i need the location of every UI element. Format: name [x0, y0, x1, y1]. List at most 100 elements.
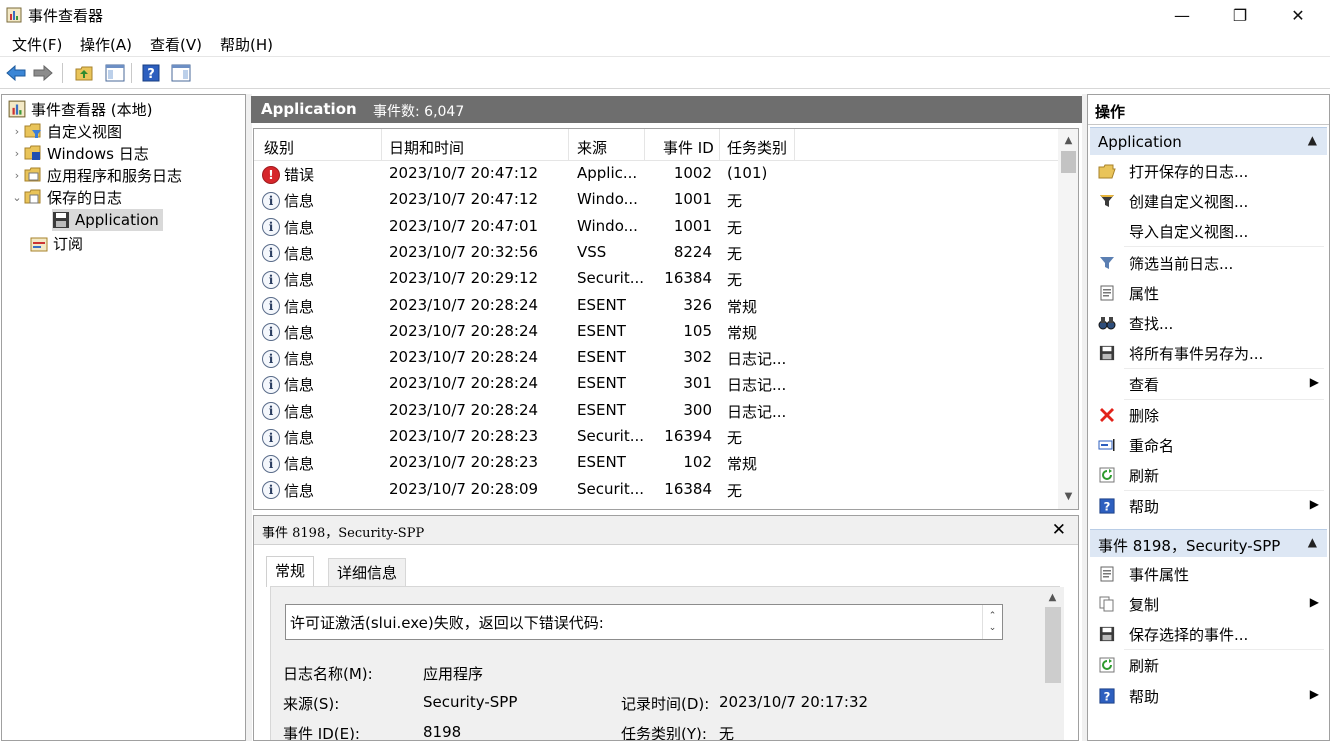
column-task-category[interactable]: 任务类别 — [727, 137, 787, 158]
action-open-saved-log[interactable]: 打开保存的日志... — [1090, 156, 1327, 186]
back-icon[interactable] — [5, 62, 27, 84]
task-category-cell: 无 — [727, 481, 743, 500]
action-event-properties[interactable]: 事件属性 — [1090, 559, 1327, 589]
action-properties[interactable]: 属性 — [1090, 278, 1327, 308]
action-view[interactable]: 查看 ▶ — [1090, 369, 1327, 399]
column-divider[interactable] — [719, 129, 720, 161]
help-icon: ? — [1098, 687, 1116, 705]
menu-help[interactable]: 帮助(H) — [220, 34, 273, 55]
collapse-icon[interactable]: ▲ — [1308, 133, 1317, 147]
scrollbar-thumb[interactable] — [1045, 607, 1061, 683]
chevron-right-icon[interactable]: › — [10, 169, 24, 182]
detail-close-icon[interactable]: ✕ — [1052, 520, 1066, 540]
action-refresh-event[interactable]: 刷新 — [1090, 650, 1327, 680]
action-filter-current-log[interactable]: 筛选当前日志... — [1090, 248, 1327, 278]
copy-icon — [1098, 595, 1116, 613]
action-save-selected-events[interactable]: 保存选择的事件... — [1090, 619, 1327, 649]
column-divider[interactable] — [381, 129, 382, 161]
column-divider[interactable] — [644, 129, 645, 161]
action-label: 导入自定义视图... — [1129, 223, 1249, 241]
action-import-custom-view[interactable]: 导入自定义视图... — [1090, 216, 1327, 246]
table-row[interactable]: ! 错误 2023/10/7 20:47:12 Applic... 1002 (101) — [254, 161, 1058, 187]
close-button[interactable]: ✕ — [1269, 0, 1327, 30]
table-row[interactable]: i 信息 2023/10/7 20:28:24 ESENT 301 日志记... — [254, 371, 1058, 397]
column-divider[interactable] — [794, 129, 795, 161]
section-event[interactable]: 事件 8198，Security-SPP ▲ — [1090, 529, 1327, 557]
source-cell: Securit... — [577, 479, 645, 498]
chevron-right-icon[interactable]: › — [10, 147, 24, 160]
task-category-cell: (101) — [727, 164, 768, 182]
column-source[interactable]: 来源 — [577, 137, 607, 158]
table-row[interactable]: i 信息 2023/10/7 20:47:12 Windo... 1001 无 — [254, 187, 1058, 213]
table-row[interactable]: i 信息 2023/10/7 20:28:24 ESENT 302 日志记... — [254, 345, 1058, 371]
action-delete[interactable]: 删除 — [1090, 400, 1327, 430]
menu-view[interactable]: 查看(V) — [150, 34, 202, 55]
table-row[interactable]: i 信息 2023/10/7 20:47:01 Windo... 1001 无 — [254, 214, 1058, 240]
show-hide-action-pane-icon[interactable] — [170, 62, 192, 84]
level-text: 信息 — [284, 481, 315, 500]
action-save-all-events[interactable]: 将所有事件另存为... — [1090, 338, 1327, 368]
menu-action[interactable]: 操作(A) — [80, 34, 132, 55]
logged-label: 记录时间(D): — [621, 695, 710, 713]
event-message-box[interactable]: 许可证激活(slui.exe)失败，返回以下错误代码: ⌃ ⌄ — [285, 604, 1003, 640]
minimize-button[interactable]: — — [1153, 0, 1211, 30]
help-icon[interactable]: ? — [140, 62, 162, 84]
scroll-up-icon[interactable]: ▲ — [1058, 131, 1078, 149]
table-row[interactable]: i 信息 2023/10/7 20:28:24 ESENT 105 常规 — [254, 319, 1058, 345]
column-datetime[interactable]: 日期和时间 — [389, 137, 464, 158]
chevron-down-icon[interactable]: ⌄ — [10, 191, 24, 204]
datetime-cell: 2023/10/7 20:28:23 — [389, 453, 539, 472]
tree-item-windows-logs[interactable]: › Windows 日志 — [10, 142, 149, 164]
maximize-button[interactable]: ❐ — [1211, 0, 1269, 30]
subscriptions-icon — [30, 234, 48, 252]
chevron-right-icon[interactable]: › — [10, 125, 24, 138]
scrollbar-thumb[interactable] — [1061, 151, 1076, 173]
tree-item-custom-views[interactable]: › 自定义视图 — [10, 120, 122, 142]
collapse-icon[interactable]: ▲ — [1308, 535, 1317, 549]
table-row[interactable]: i 信息 2023/10/7 20:32:56 VSS 8224 无 — [254, 240, 1058, 266]
forward-icon[interactable] — [32, 62, 54, 84]
event-id-cell: 16384 — [664, 479, 712, 498]
title-bar: 事件查看器 — ❐ ✕ — [0, 0, 1330, 30]
message-scroll-icon[interactable]: ⌃ ⌄ — [982, 605, 1002, 639]
scroll-up-icon[interactable]: ▲ — [1042, 588, 1063, 606]
action-help-event[interactable]: ? 帮助 ▶ — [1090, 681, 1327, 711]
svg-text:?: ? — [1104, 499, 1111, 513]
table-row[interactable]: i 信息 2023/10/7 20:28:24 ESENT 326 常规 — [254, 293, 1058, 319]
section-application[interactable]: Application ▲ — [1090, 127, 1327, 155]
tree-item-subscriptions[interactable]: 订阅 — [30, 232, 83, 254]
table-row[interactable]: i 信息 2023/10/7 20:28:23 Securit... 16394 无 — [254, 424, 1058, 450]
level-text: 错误 — [284, 166, 315, 184]
left-splitter[interactable] — [246, 94, 252, 741]
submenu-arrow-icon: ▶ — [1309, 687, 1319, 701]
action-rename[interactable]: 重命名 — [1090, 430, 1327, 460]
column-event-id[interactable]: 事件 ID — [663, 137, 714, 158]
tree-item-app-service-logs[interactable]: › 应用程序和服务日志 — [10, 164, 182, 186]
table-row[interactable]: i 信息 2023/10/7 20:28:24 ESENT 300 日志记... — [254, 398, 1058, 424]
tree-item-saved-logs[interactable]: ⌄ 保存的日志 — [10, 186, 122, 208]
info-icon: i — [262, 244, 280, 263]
table-row[interactable]: i 信息 2023/10/7 20:29:12 Securit... 16384 无 — [254, 266, 1058, 292]
event-list-scrollbar[interactable]: ▲ ▼ — [1058, 129, 1078, 509]
scroll-down-icon[interactable]: ▼ — [1058, 487, 1078, 505]
column-divider[interactable] — [568, 129, 569, 161]
tree-root[interactable]: 事件查看器 (本地) — [8, 98, 152, 120]
action-refresh[interactable]: 刷新 — [1090, 460, 1327, 490]
table-row[interactable]: i 信息 2023/10/7 20:28:09 Securit... 16384 无 — [254, 477, 1058, 503]
action-label: 保存选择的事件... — [1129, 626, 1249, 644]
action-create-custom-view[interactable]: 创建自定义视图... — [1090, 186, 1327, 216]
column-level[interactable]: 级别 — [264, 137, 294, 158]
tab-general[interactable]: 常规 — [266, 556, 315, 587]
action-find[interactable]: 查找... — [1090, 308, 1327, 338]
up-folder-icon[interactable] — [73, 62, 95, 84]
tab-details[interactable]: 详细信息 — [328, 558, 407, 586]
tree-item-label: 自定义视图 — [47, 122, 123, 141]
show-hide-tree-icon[interactable] — [104, 62, 126, 84]
action-copy[interactable]: 复制 ▶ — [1090, 589, 1327, 619]
tree-item-application[interactable]: Application — [52, 209, 163, 231]
table-row[interactable]: i 信息 2023/10/7 20:28:23 ESENT 102 常规 — [254, 450, 1058, 476]
menu-file[interactable]: 文件(F) — [12, 34, 62, 55]
detail-scrollbar[interactable]: ▲ — [1042, 587, 1064, 740]
action-help[interactable]: ? 帮助 ▶ — [1090, 491, 1327, 521]
saved-logs-folder-icon — [24, 188, 42, 206]
